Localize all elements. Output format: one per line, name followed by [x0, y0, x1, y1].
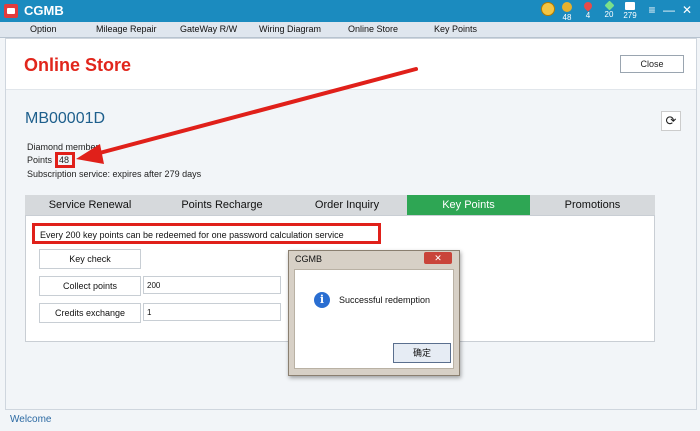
menu-bar: Option Mileage Repair GateWay R/W Wiring…: [0, 22, 700, 38]
credits-exchange-input[interactable]: 1: [143, 303, 281, 321]
dialog-body: i Successful redemption 确定: [294, 269, 454, 369]
credits-exchange-button[interactable]: Credits exchange: [39, 303, 141, 323]
tab-key-points[interactable]: Key Points: [407, 195, 530, 215]
days-count: 279: [623, 11, 637, 20]
title-bar: CGMB 48 4 20 279 ≡ — ✕: [0, 0, 700, 22]
tab-order-inquiry[interactable]: Order Inquiry: [287, 195, 407, 215]
menu-key-points[interactable]: Key Points: [434, 24, 477, 34]
refresh-icon[interactable]: ⟳: [661, 111, 681, 131]
menu-mileage-repair[interactable]: Mileage Repair: [96, 24, 157, 34]
collect-points-input[interactable]: 200: [143, 276, 281, 294]
coins-count: 48: [562, 13, 572, 22]
hearts-count: 4: [585, 11, 591, 20]
points-highlight: [55, 152, 75, 168]
diamonds-status[interactable]: 20: [600, 0, 618, 22]
status-bar-text: Welcome: [10, 414, 52, 425]
close-window-button[interactable]: ✕: [680, 3, 694, 17]
gold-coin-icon: [562, 2, 572, 12]
notice-highlight: [32, 223, 381, 244]
coins-status[interactable]: 48: [558, 2, 576, 22]
tab-service-renewal[interactable]: Service Renewal: [25, 195, 155, 215]
menu-wiring-diagram[interactable]: Wiring Diagram: [259, 24, 321, 34]
dialog-message: Successful redemption: [339, 295, 431, 305]
calendar-icon: [625, 2, 635, 10]
success-dialog: CGMB ✕ i Successful redemption 确定: [288, 250, 460, 376]
page-title: Online Store: [24, 55, 132, 75]
tab-points-recharge[interactable]: Points Recharge: [157, 195, 287, 215]
membership-level: Diamond member: [27, 142, 99, 152]
page-header: Online Store Close: [6, 39, 696, 90]
calendar-status[interactable]: 279: [620, 2, 640, 22]
menu-icon[interactable]: ≡: [645, 3, 659, 17]
close-button[interactable]: Close: [620, 55, 684, 73]
menu-gateway-rw[interactable]: GateWay R/W: [180, 24, 237, 34]
hearts-status[interactable]: 4: [580, 0, 596, 22]
minimize-button[interactable]: —: [662, 3, 676, 17]
menu-option[interactable]: Option: [30, 24, 57, 34]
menu-online-store[interactable]: Online Store: [348, 24, 398, 34]
diamonds-count: 20: [604, 10, 614, 19]
medal-status[interactable]: [540, 2, 556, 22]
store-tabs: Service Renewal Points Recharge Order In…: [25, 195, 655, 215]
heart-icon: [582, 0, 594, 12]
dialog-ok-button[interactable]: 确定: [393, 343, 451, 363]
app-title: CGMB: [24, 3, 64, 18]
points-label: Points: [27, 155, 53, 165]
app-logo-icon: [4, 4, 18, 18]
collect-points-button[interactable]: Collect points: [39, 276, 141, 296]
medal-icon: [541, 2, 555, 16]
tab-promotions[interactable]: Promotions: [530, 195, 655, 215]
diamond-icon: [604, 0, 614, 11]
dialog-title: CGMB: [295, 254, 322, 264]
info-icon: i: [314, 292, 330, 308]
dialog-close-button[interactable]: ✕: [424, 252, 452, 264]
subscription-info: Subscription service: expires after 279 …: [27, 169, 202, 179]
key-check-button[interactable]: Key check: [39, 249, 141, 269]
member-id: MB00001D: [25, 110, 106, 127]
